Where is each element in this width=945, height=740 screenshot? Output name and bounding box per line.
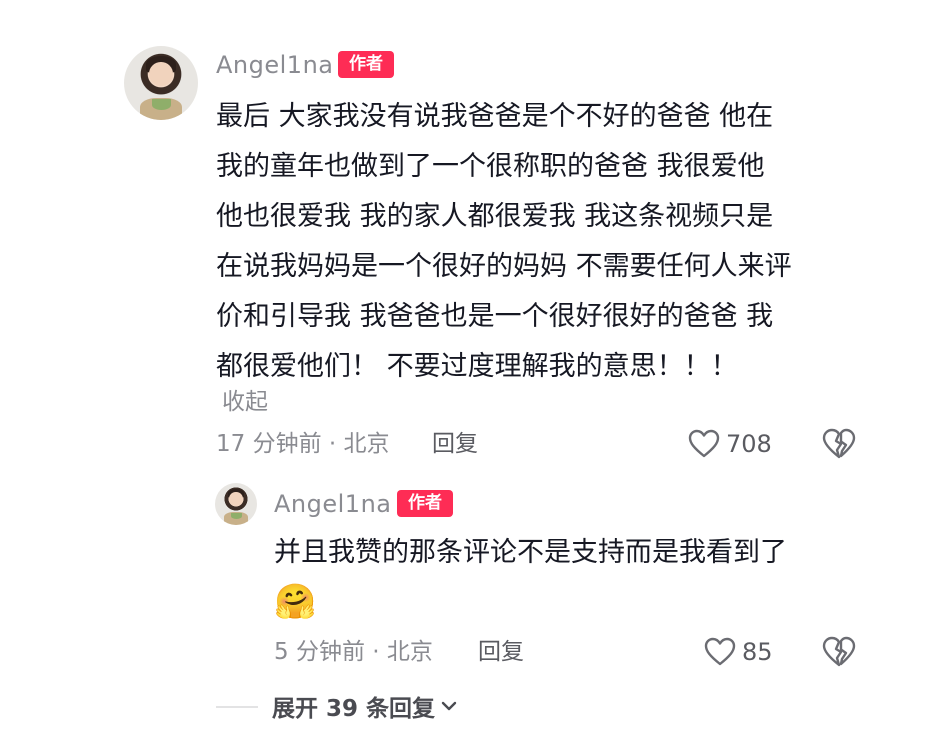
- heart-icon: [688, 429, 720, 459]
- hugging-face-emoji: 🤗: [274, 582, 317, 622]
- comment-avatar[interactable]: [124, 46, 198, 120]
- chevron-down-icon: [441, 697, 457, 716]
- reply-text: 并且我赞的那条评论不是支持而是我看到了: [274, 537, 787, 568]
- comment-username[interactable]: Angel1na: [216, 50, 333, 80]
- reply-dislike-button[interactable]: [822, 636, 856, 672]
- like-count: 708: [726, 430, 772, 458]
- expand-divider: [216, 706, 258, 708]
- comment-line: 我的童年也做到了一个很称职的爸爸 我很爱他: [216, 151, 765, 182]
- reply-username[interactable]: Angel1na: [274, 489, 391, 519]
- broken-heart-icon: [822, 428, 856, 464]
- heart-icon: [704, 637, 736, 667]
- comment-text: 最后 大家我没有说我爸爸是个不好的爸爸 他在 我的童年也做到了一个很称职的爸爸 …: [216, 92, 792, 392]
- comment-line: 最后 大家我没有说我爸爸是个不好的爸爸 他在: [216, 101, 774, 132]
- expand-replies-label: 展开 39 条回复: [272, 696, 436, 722]
- reply-avatar[interactable]: [215, 483, 257, 525]
- comment-time-location: 17 分钟前 · 北京: [216, 431, 390, 457]
- collapse-button[interactable]: 收起: [222, 386, 268, 418]
- comment-line: 都很爱他们！ 不要过度理解我的意思！！！: [216, 351, 738, 382]
- reply-time-location: 5 分钟前 · 北京: [274, 639, 433, 665]
- reply-reply-button[interactable]: 回复: [478, 636, 524, 668]
- author-badge: 作者: [338, 51, 394, 78]
- comment-line: 价和引导我 我爸爸也是一个很好很好的爸爸 我: [216, 301, 774, 332]
- dislike-button[interactable]: [822, 428, 856, 464]
- reply-like-count: 85: [742, 638, 773, 666]
- reply-like-button[interactable]: 85: [704, 635, 773, 669]
- broken-heart-icon: [822, 636, 856, 672]
- expand-replies-button[interactable]: 展开 39 条回复: [272, 690, 457, 722]
- comment-line: 在说我妈妈是一个很好的妈妈 不需要任何人来评: [216, 251, 792, 282]
- reply-button[interactable]: 回复: [432, 428, 478, 460]
- comment-line: 他也很爱我 我的家人都很爱我 我这条视频只是: [216, 201, 774, 232]
- like-button[interactable]: 708: [688, 427, 772, 461]
- reply-author-badge: 作者: [397, 490, 453, 517]
